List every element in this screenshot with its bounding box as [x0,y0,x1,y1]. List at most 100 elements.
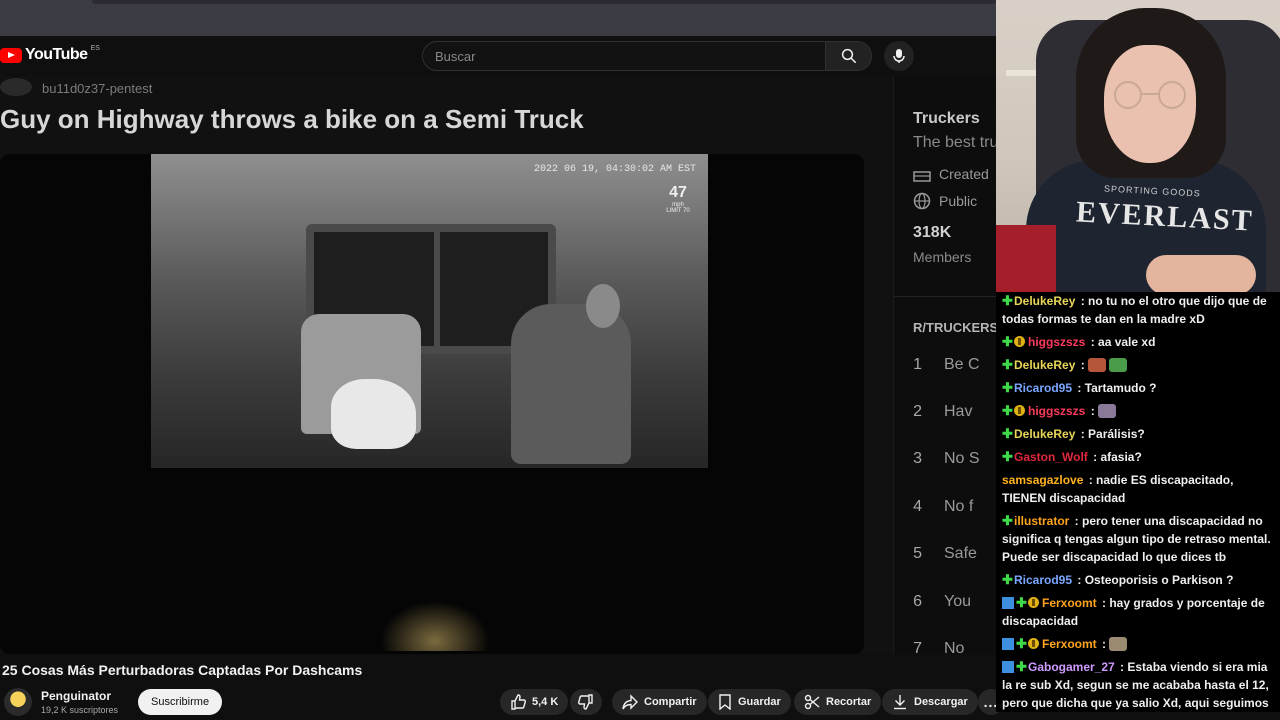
chat-text: : [1077,358,1089,372]
twitch-chat: ✚DelukeRey : no tu no el otro que dijo q… [996,292,1280,712]
plus-badge-icon: ✚ [1002,293,1013,308]
created-label: Created [939,166,989,182]
streamer-webcam: SPORTING GOODS EVERLAST [996,0,1280,300]
chat-text: : [1087,404,1099,418]
rule-item[interactable]: 4 No f [894,498,973,516]
chat-message: ✚Gaston_Wolf : afasia? [1002,448,1278,466]
download-button[interactable]: Descargar [882,689,978,715]
browser-tab-strip[interactable] [92,0,996,4]
like-button[interactable]: 5,4 K [500,689,569,715]
rule-text: You [944,593,971,610]
chat-username[interactable]: higgszszs [1028,404,1085,418]
rule-item[interactable]: 2 Hav [894,403,972,421]
chat-username[interactable]: higgszszs [1028,335,1085,349]
gold-badge-icon [1028,597,1039,608]
rule-item[interactable]: 3 No S [894,450,980,468]
plus-badge-icon: ✚ [1002,572,1013,587]
rule-item[interactable]: 5 Safe [894,545,977,563]
chat-message: ✚ higgszszs : [1002,402,1278,420]
plus-badge-icon: ✚ [1002,380,1013,395]
rule-text: No S [944,450,980,467]
rule-text: Be C [944,356,980,373]
rule-item[interactable]: 6 You [894,593,971,611]
subreddit-sidebar: Truckers The best tru Created Public 318… [893,76,996,654]
created-row: Created [913,166,989,182]
youtube-header: YouTube ES Buscar [0,36,996,76]
chat-username[interactable]: Ferxoomt [1042,596,1097,610]
youtube-logo[interactable]: YouTube ES [0,44,100,64]
plus-badge-icon: ✚ [1002,403,1013,418]
save-button[interactable]: Guardar [708,689,791,715]
rule-number: 2 [913,403,922,420]
plastic-bag [331,379,416,449]
share-icon [622,694,638,710]
chat-message: ✚DelukeRey : Parálisis? [1002,425,1278,443]
chat-text: : Parálisis? [1077,427,1145,441]
dislike-button[interactable] [570,689,602,715]
reddit-post-avatar [0,78,32,96]
speed-limit: LIMIT 70 [666,208,690,214]
channel-avatar[interactable] [4,688,32,716]
chat-username[interactable]: Gaston_Wolf [1014,450,1088,464]
chat-text: : Osteoporisis o Parkison ? [1074,573,1234,587]
channel-name[interactable]: Penguinator [41,689,111,703]
microphone-icon [893,49,905,63]
search-button[interactable] [826,41,872,71]
chat-username[interactable]: DelukeRey [1014,427,1075,441]
prime-badge-icon [1002,661,1014,673]
chat-message: ✚Ricarod95 : Osteoporisis o Parkison ? [1002,571,1278,589]
voice-search-button[interactable] [884,41,914,71]
share-button[interactable]: Compartir [612,689,707,715]
chat-username[interactable]: Ricarod95 [1014,381,1072,395]
visibility-row: Public [913,192,977,210]
video-player[interactable]: bu11d0z37-pentest Guy on Highway throws … [0,76,893,654]
driver-figure [511,304,631,464]
youtube-logo-text: YouTube [25,46,88,63]
clip-button[interactable]: Recortar [794,689,882,715]
rule-number: 5 [913,545,922,562]
dashcam-timestamp: 2022 06 19, 04:30:02 AM EST [533,164,696,175]
plus-badge-icon: ✚ [1002,426,1013,441]
search-icon [841,48,856,64]
chat-text: : afasia? [1089,450,1142,464]
rule-number: 7 [913,640,922,654]
prime-badge-icon [1002,638,1014,650]
chat-username[interactable]: DelukeRey [1014,294,1075,308]
plus-badge-icon: ✚ [1002,357,1013,372]
rule-number: 1 [913,356,922,373]
emote-icon [1109,358,1128,372]
youtube-play-icon [0,47,22,63]
prime-badge-icon [1002,597,1014,609]
chat-message: ✚Gabogamer_27 : Estaba viendo si era mia… [1002,658,1278,712]
chat-message: ✚ higgszszs : aa vale xd [1002,333,1278,351]
chat-text: : aa vale xd [1087,335,1156,349]
streamer-hands [1146,255,1256,295]
speed-value: 47 [669,184,687,201]
chat-username[interactable]: samsagazlove [1002,473,1083,487]
gold-badge-icon [1014,405,1025,416]
chat-message: samsagazlove : nadie ES discapacitado, T… [1002,471,1278,507]
search-input[interactable]: Buscar [422,41,826,71]
chat-username[interactable]: Ricarod95 [1014,573,1072,587]
rule-number: 3 [913,450,922,467]
region-code: ES [90,44,100,52]
chat-username[interactable]: Ferxoomt [1042,637,1097,651]
rule-text: Hav [944,403,973,420]
browser-toolbar [0,0,996,36]
emote-icon [1098,404,1117,418]
rule-item[interactable]: 7 No [894,640,964,654]
reddit-post-user: bu11d0z37-pentest [42,81,153,96]
rule-item[interactable]: 1 Be C [894,356,980,374]
rule-text: No [944,640,965,654]
subscribe-button[interactable]: Suscribirme [138,689,223,715]
globe-icon [913,192,931,210]
scissors-icon [804,694,820,710]
chat-username[interactable]: Gabogamer_27 [1028,660,1115,674]
chat-text: : [1098,637,1110,651]
rules-heading: R/TRUCKERS [913,320,996,335]
dashcam-footage: 2022 06 19, 04:30:02 AM EST 47 mph LIMIT… [151,154,708,468]
chat-username[interactable]: DelukeRey [1014,358,1075,372]
chat-username[interactable]: illustrator [1014,514,1069,528]
chat-message: ✚ Ferxoomt : hay grados y porcentaje de d… [1002,594,1278,630]
plus-badge-icon: ✚ [1002,334,1013,349]
